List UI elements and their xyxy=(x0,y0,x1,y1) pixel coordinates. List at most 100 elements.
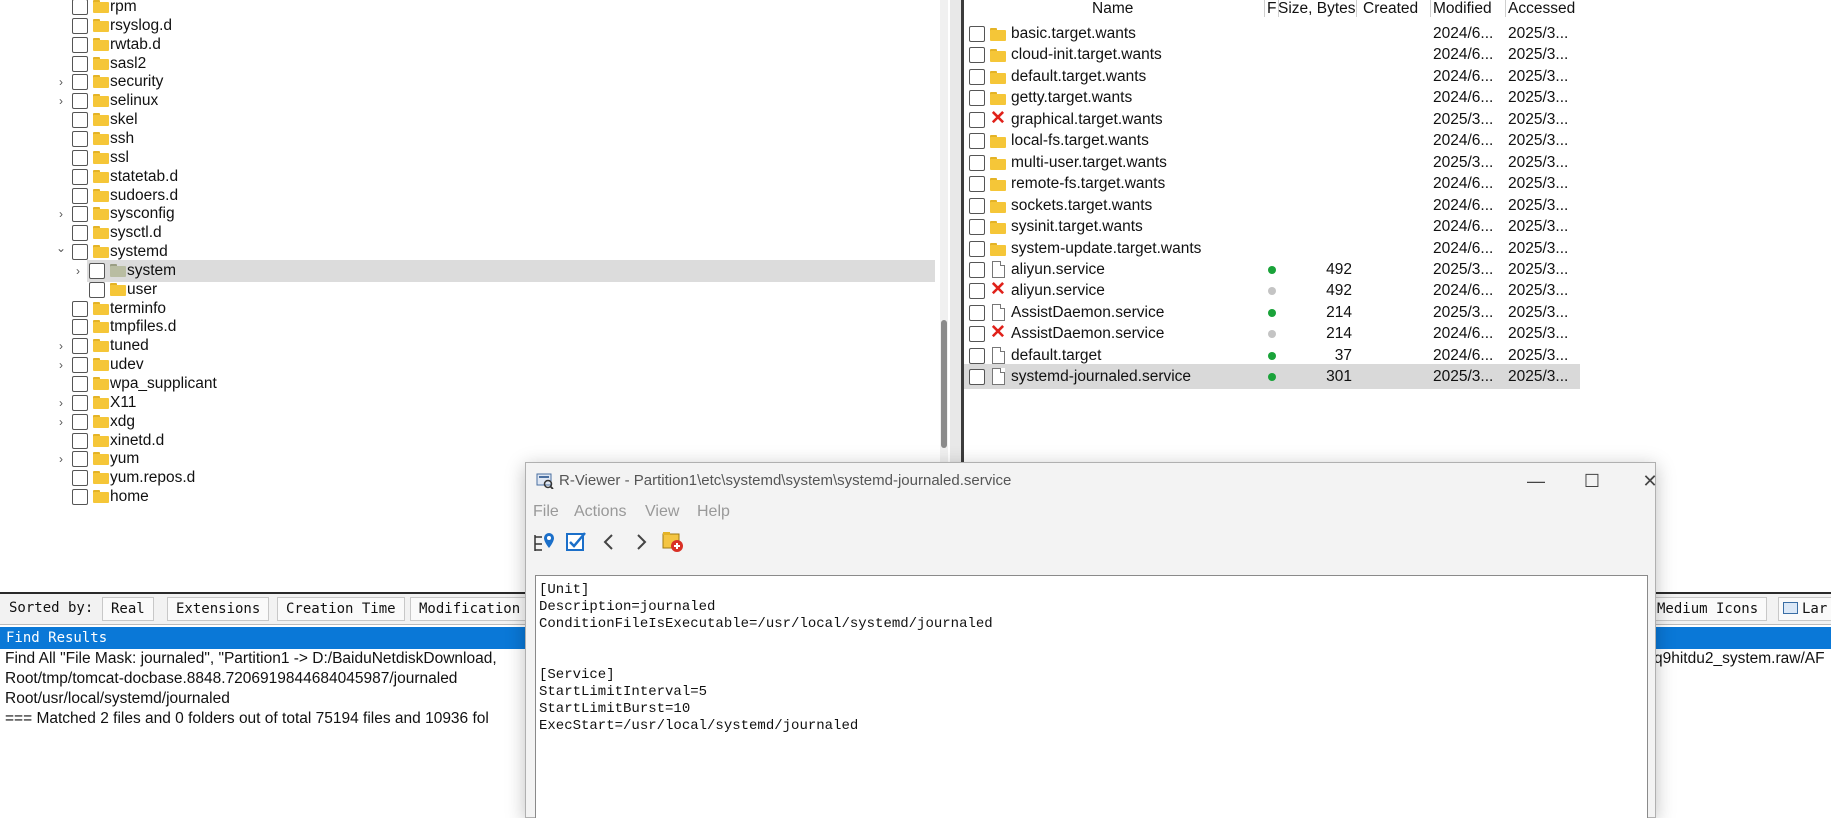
find-line-result[interactable]: Root/usr/local/systemd/journaled xyxy=(5,690,230,708)
folder-icon xyxy=(93,169,109,183)
file-row-checkbox[interactable] xyxy=(969,283,985,300)
column-header-modified[interactable]: Modified xyxy=(1433,0,1505,17)
locate-icon[interactable] xyxy=(532,529,558,555)
tree-item-checkbox[interactable] xyxy=(72,206,88,223)
menu-file[interactable]: File xyxy=(533,499,559,525)
tree-item-checkbox[interactable] xyxy=(72,319,88,336)
view-medium-icons-button[interactable]: Medium Icons xyxy=(1652,597,1768,621)
file-row-checkbox[interactable] xyxy=(969,240,985,257)
tree-item-checkbox[interactable] xyxy=(72,187,88,204)
file-row-checkbox[interactable] xyxy=(969,197,985,214)
deleted-icon: ✕ xyxy=(990,322,1006,344)
column-header-name[interactable]: Name xyxy=(1092,0,1152,17)
tree-item-checkbox[interactable] xyxy=(72,55,88,72)
menu-view[interactable]: View xyxy=(645,499,679,525)
column-separator[interactable] xyxy=(1505,0,1506,17)
file-row-checkbox[interactable] xyxy=(969,68,985,85)
file-row-checkbox[interactable] xyxy=(969,304,985,321)
folder-icon xyxy=(93,301,109,315)
tree-item-checkbox[interactable] xyxy=(72,394,88,411)
file-row-checkbox[interactable] xyxy=(969,369,985,386)
column-header-size[interactable]: Size, Bytes xyxy=(1278,0,1356,17)
tree-item-checkbox[interactable] xyxy=(72,432,88,449)
column-header-accessed[interactable]: Accessed xyxy=(1508,0,1580,17)
tree-item-checkbox[interactable] xyxy=(89,262,105,279)
status-dot-icon xyxy=(1268,351,1276,360)
tree-scrollbar-thumb[interactable] xyxy=(941,320,947,448)
deleted-icon: ✕ xyxy=(990,107,1006,129)
tree-item-checkbox[interactable] xyxy=(72,74,88,91)
content-line: [Service] xyxy=(539,667,615,683)
tree-item-checkbox[interactable] xyxy=(72,470,88,487)
tree-item-checkbox[interactable] xyxy=(72,225,88,242)
tree-item-checkbox[interactable] xyxy=(72,300,88,317)
sort-extensions-button[interactable]: Extensions xyxy=(167,597,270,621)
find-line-query[interactable]: Find All "File Mask: journaled", "Partit… xyxy=(5,650,497,668)
check-icon[interactable] xyxy=(564,529,590,555)
file-row-checkbox[interactable] xyxy=(969,111,985,128)
find-line-query-tail[interactable]: q9hitdu2_system.raw/AF xyxy=(1654,650,1825,668)
folder-icon xyxy=(93,0,109,13)
tree-item-checkbox[interactable] xyxy=(72,168,88,185)
tree-item-checkbox[interactable] xyxy=(72,36,88,53)
tree-item-checkbox[interactable] xyxy=(72,338,88,355)
tree-item-checkbox[interactable] xyxy=(72,489,88,506)
column-separator[interactable] xyxy=(1356,0,1357,17)
file-row-checkbox[interactable] xyxy=(969,133,985,150)
tree-item-checkbox[interactable] xyxy=(72,357,88,374)
find-line-result[interactable]: Root/tmp/tomcat-docbase.8848.72069198446… xyxy=(5,670,457,688)
tree-item-checkbox[interactable] xyxy=(72,413,88,430)
sort-modification-button[interactable]: Modification xyxy=(410,597,530,621)
file-row-checkbox[interactable] xyxy=(969,347,985,364)
file-row-checkbox[interactable] xyxy=(969,47,985,64)
column-separator[interactable] xyxy=(1264,0,1265,17)
title-bar[interactable]: R-Viewer - Partition1\etc\systemd\system… xyxy=(526,463,1658,499)
tree-item-checkbox[interactable] xyxy=(72,451,88,468)
column-separator[interactable] xyxy=(1430,0,1431,17)
folder-icon xyxy=(990,135,1006,149)
tree-item-checkbox[interactable] xyxy=(89,281,105,298)
column-header-created[interactable]: Created xyxy=(1363,0,1427,17)
maximize-button[interactable]: ☐ xyxy=(1564,463,1620,499)
menu-bar: File Actions View Help xyxy=(526,499,1655,525)
sorted-by-label: Sorted by: xyxy=(9,600,94,616)
sort-real-button[interactable]: Real xyxy=(102,597,154,621)
chevron-down-icon[interactable]: ⌄ xyxy=(55,237,67,259)
tree-item-checkbox[interactable] xyxy=(72,130,88,147)
tree-item-checkbox[interactable] xyxy=(72,244,88,261)
folder-icon xyxy=(93,150,109,164)
tree-item-checkbox[interactable] xyxy=(72,149,88,166)
close-button[interactable]: ✕ xyxy=(1622,463,1678,499)
file-content-view[interactable]: [Unit] Description=journaled ConditionFile… xyxy=(535,575,1648,818)
tree-item-checkbox[interactable] xyxy=(72,0,88,15)
column-header-flags[interactable]: F xyxy=(1267,0,1277,17)
menu-actions[interactable]: Actions xyxy=(574,499,626,525)
forward-icon[interactable] xyxy=(628,529,654,555)
folder-icon xyxy=(93,414,109,428)
file-row[interactable]: systemd-journaled.service 301 2025/3... 202… xyxy=(964,364,1580,390)
file-row-checkbox[interactable] xyxy=(969,261,985,278)
file-icon xyxy=(992,368,1005,386)
tree-item-checkbox[interactable] xyxy=(72,112,88,129)
file-row-checkbox[interactable] xyxy=(969,326,985,343)
folder-icon xyxy=(990,92,1006,106)
sort-creation-time-button[interactable]: Creation Time xyxy=(277,597,405,621)
file-row-checkbox[interactable] xyxy=(969,219,985,236)
minimize-button[interactable]: — xyxy=(1508,463,1564,499)
view-large-icons-button[interactable]: Lar xyxy=(1778,597,1831,621)
file-row-checkbox[interactable] xyxy=(969,90,985,107)
tree-item-checkbox[interactable] xyxy=(72,376,88,392)
content-line: [Unit] xyxy=(539,582,590,598)
tree-item-label: home xyxy=(110,488,149,506)
file-row-checkbox[interactable] xyxy=(969,26,985,42)
chevron-right-icon[interactable]: › xyxy=(72,260,84,282)
back-icon[interactable] xyxy=(596,529,622,555)
tree-item-checkbox[interactable] xyxy=(72,93,88,110)
file-row-checkbox[interactable] xyxy=(969,176,985,193)
find-line-summary[interactable]: === Matched 2 files and 0 folders out of… xyxy=(5,710,489,728)
recover-icon[interactable] xyxy=(660,529,686,555)
menu-help[interactable]: Help xyxy=(697,499,730,525)
file-row-checkbox[interactable] xyxy=(969,154,985,171)
tree-item-checkbox[interactable] xyxy=(72,17,88,34)
folder-icon xyxy=(93,94,109,108)
